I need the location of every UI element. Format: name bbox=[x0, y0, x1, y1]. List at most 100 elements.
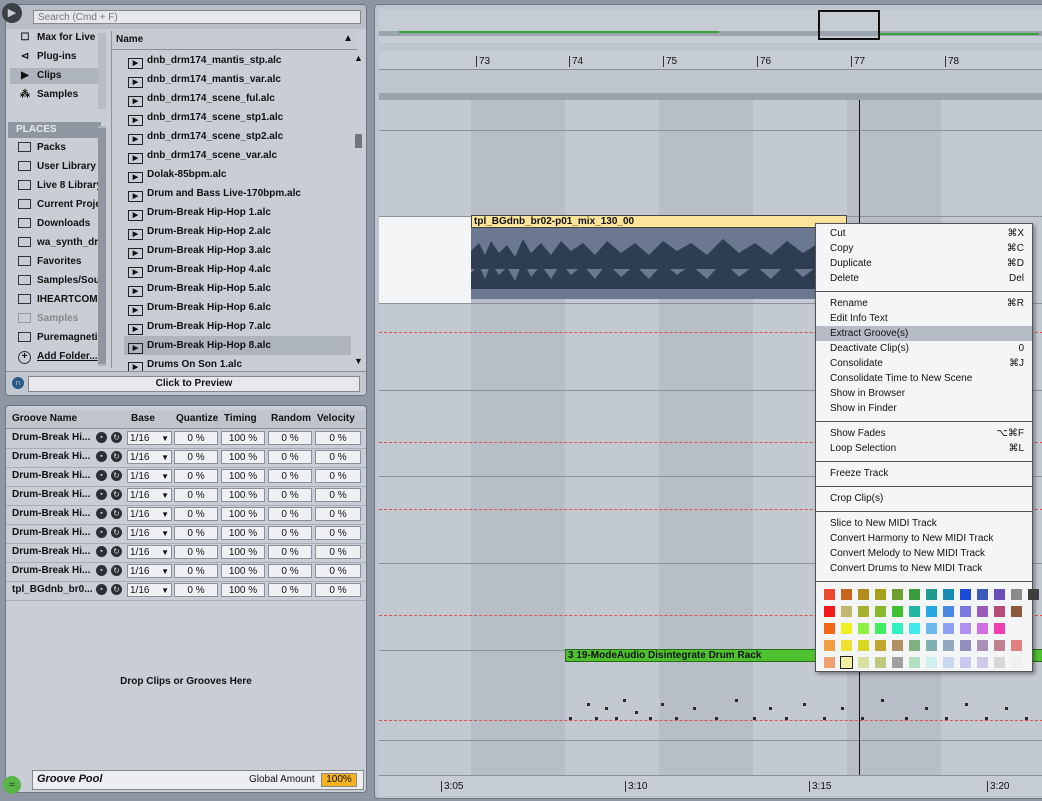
groove-quantize-field[interactable]: 0 % bbox=[174, 564, 218, 578]
place-item[interactable]: User Library bbox=[18, 158, 100, 175]
category-plug-ins[interactable]: ⊲ Plug-ins bbox=[18, 49, 77, 65]
file-item[interactable]: ▶ Drum-Break Hip-Hop 8.alc bbox=[124, 336, 351, 355]
color-swatch[interactable] bbox=[841, 623, 852, 634]
groove-random-field[interactable]: 0 % bbox=[268, 469, 312, 483]
color-swatch[interactable] bbox=[909, 589, 920, 600]
color-swatch[interactable] bbox=[858, 640, 869, 651]
loop-brace-strip[interactable] bbox=[379, 93, 1042, 100]
file-item[interactable]: ▶ Drum-Break Hip-Hop 2.alc bbox=[128, 222, 271, 241]
hot-swap-icon[interactable]: ↻ bbox=[111, 489, 122, 500]
places-scrollbar[interactable] bbox=[98, 126, 106, 366]
browser-toggle-button[interactable]: ▶ bbox=[2, 3, 22, 23]
color-swatch[interactable] bbox=[892, 657, 903, 668]
color-swatch[interactable] bbox=[994, 589, 1005, 600]
category-scrollbar[interactable] bbox=[98, 33, 106, 109]
arrangement-overview[interactable] bbox=[379, 9, 1042, 43]
menu-item[interactable]: Loop Selection ⌘L bbox=[816, 441, 1032, 456]
groove-random-field[interactable]: 0 % bbox=[268, 450, 312, 464]
add-folder-button[interactable]: + Add Folder... bbox=[18, 348, 100, 365]
groove-row[interactable]: Drum-Break Hi... ▪ ↻ 1/16 ▼ 0 % 100 % 0 % 0 % bbox=[6, 543, 366, 563]
groove-row[interactable]: Drum-Break Hi... ▪ ↻ 1/16 ▼ 0 % 100 % 0 % 0 % bbox=[6, 448, 366, 468]
place-item[interactable]: Downloads bbox=[18, 215, 100, 232]
groove-timing-field[interactable]: 100 % bbox=[221, 526, 265, 540]
menu-item[interactable]: Extract Groove(s) bbox=[816, 326, 1032, 341]
hot-swap-icon[interactable]: ↻ bbox=[111, 432, 122, 443]
menu-item[interactable]: Delete Del bbox=[816, 271, 1032, 286]
color-swatch[interactable] bbox=[926, 623, 937, 634]
file-item[interactable]: ▶ dnb_drm174_mantis_stp.alc bbox=[128, 51, 282, 70]
scroll-down-icon[interactable]: ▼ bbox=[354, 356, 363, 366]
menu-item[interactable]: Crop Clip(s) bbox=[816, 491, 1032, 506]
menu-item[interactable]: Rename ⌘R bbox=[816, 296, 1032, 311]
save-groove-icon[interactable]: ▪ bbox=[96, 432, 107, 443]
groove-quantize-field[interactable]: 0 % bbox=[174, 507, 218, 521]
save-groove-icon[interactable]: ▪ bbox=[96, 546, 107, 557]
color-swatch[interactable] bbox=[858, 623, 869, 634]
groove-velocity-field[interactable]: 0 % bbox=[315, 583, 361, 597]
color-swatch[interactable] bbox=[926, 589, 937, 600]
file-item[interactable]: ▶ Drum-Break Hip-Hop 1.alc bbox=[128, 203, 271, 222]
groove-base-field[interactable]: 1/16 ▼ bbox=[127, 450, 172, 464]
groove-row[interactable]: Drum-Break Hi... ▪ ↻ 1/16 ▼ 0 % 100 % 0 % 0 % bbox=[6, 562, 366, 582]
groove-random-field[interactable]: 0 % bbox=[268, 507, 312, 521]
place-item[interactable]: Current Project bbox=[18, 196, 100, 213]
groove-timing-field[interactable]: 100 % bbox=[221, 469, 265, 483]
menu-item[interactable]: Consolidate ⌘J bbox=[816, 356, 1032, 371]
save-groove-icon[interactable]: ▪ bbox=[96, 565, 107, 576]
groove-base-field[interactable]: 1/16 ▼ bbox=[127, 564, 172, 578]
groove-name[interactable]: Drum-Break Hi... bbox=[12, 432, 94, 443]
color-swatch[interactable] bbox=[841, 589, 852, 600]
audio-clip[interactable]: tpl_BGdnb_br02-p01_mix_130_00 bbox=[471, 215, 847, 299]
color-swatch[interactable] bbox=[994, 640, 1005, 651]
color-swatch[interactable] bbox=[926, 657, 937, 668]
color-swatch[interactable] bbox=[892, 606, 903, 617]
color-swatch[interactable] bbox=[892, 589, 903, 600]
file-item[interactable]: ▶ Drum-Break Hip-Hop 4.alc bbox=[128, 260, 271, 279]
color-swatch[interactable] bbox=[841, 606, 852, 617]
groove-base-field[interactable]: 1/16 ▼ bbox=[127, 526, 172, 540]
color-swatch[interactable] bbox=[943, 640, 954, 651]
save-groove-icon[interactable]: ▪ bbox=[96, 470, 107, 481]
color-swatch[interactable] bbox=[824, 640, 835, 651]
place-item[interactable]: IHEARTCOMP bbox=[18, 291, 100, 308]
color-swatch[interactable] bbox=[943, 657, 954, 668]
groove-velocity-field[interactable]: 0 % bbox=[315, 488, 361, 502]
groove-random-field[interactable]: 0 % bbox=[268, 431, 312, 445]
menu-item[interactable]: Cut ⌘X bbox=[816, 226, 1032, 241]
groove-quantize-field[interactable]: 0 % bbox=[174, 545, 218, 559]
groove-row[interactable]: Drum-Break Hi... ▪ ↻ 1/16 ▼ 0 % 100 % 0 % 0 % bbox=[6, 524, 366, 544]
search-input[interactable] bbox=[33, 10, 361, 24]
groove-velocity-field[interactable]: 0 % bbox=[315, 450, 361, 464]
groove-quantize-field[interactable]: 0 % bbox=[174, 469, 218, 483]
color-swatch[interactable] bbox=[824, 606, 835, 617]
preview-button[interactable]: Click to Preview bbox=[28, 376, 360, 392]
color-swatch[interactable] bbox=[1028, 589, 1039, 600]
place-item[interactable]: Samples/Sounds bbox=[18, 272, 100, 289]
groove-quantize-field[interactable]: 0 % bbox=[174, 526, 218, 540]
hot-swap-icon[interactable]: ↻ bbox=[111, 451, 122, 462]
color-swatch[interactable] bbox=[960, 657, 971, 668]
file-item[interactable]: ▶ Drum-Break Hip-Hop 7.alc bbox=[128, 317, 271, 336]
save-groove-icon[interactable]: ▪ bbox=[96, 584, 107, 595]
menu-item[interactable]: Consolidate Time to New Scene bbox=[816, 371, 1032, 386]
menu-item[interactable]: Duplicate ⌘D bbox=[816, 256, 1032, 271]
color-swatch[interactable] bbox=[926, 606, 937, 617]
groove-velocity-field[interactable]: 0 % bbox=[315, 431, 361, 445]
file-item[interactable]: ▶ Drum-Break Hip-Hop 5.alc bbox=[128, 279, 271, 298]
headphones-icon[interactable]: ∩ bbox=[12, 377, 24, 389]
place-item[interactable]: Live 8 Library bbox=[18, 177, 100, 194]
menu-item[interactable]: Convert Harmony to New MIDI Track bbox=[816, 531, 1032, 546]
groove-base-field[interactable]: 1/16 ▼ bbox=[127, 583, 172, 597]
time-ruler[interactable]: 3:05 3:10 3:15 3:20 bbox=[379, 775, 1042, 796]
category-samples[interactable]: ⁂ Samples bbox=[18, 87, 78, 103]
color-swatch[interactable] bbox=[1011, 657, 1022, 668]
file-item[interactable]: ▶ dnb_drm174_scene_var.alc bbox=[128, 146, 277, 165]
groove-row[interactable]: Drum-Break Hi... ▪ ↻ 1/16 ▼ 0 % 100 % 0 % 0 % bbox=[6, 486, 366, 506]
color-swatch[interactable] bbox=[994, 657, 1005, 668]
color-swatch[interactable] bbox=[960, 606, 971, 617]
color-swatch[interactable] bbox=[858, 606, 869, 617]
save-groove-icon[interactable]: ▪ bbox=[96, 489, 107, 500]
menu-item[interactable]: Slice to New MIDI Track bbox=[816, 516, 1032, 531]
place-item[interactable]: Samples bbox=[18, 310, 100, 327]
groove-base-field[interactable]: 1/16 ▼ bbox=[127, 488, 172, 502]
